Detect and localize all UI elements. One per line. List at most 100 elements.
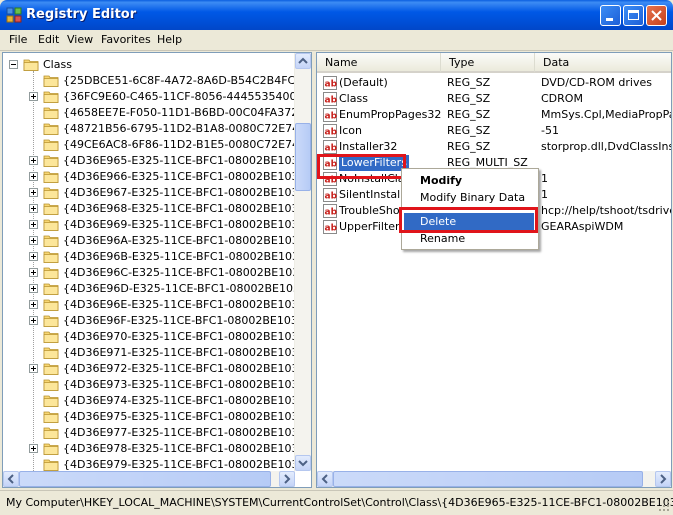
tree-item[interactable]: {4D36E96E-E325-11CE-BFC1-08002BE10318} [3, 297, 311, 313]
column-header-data[interactable]: Data [535, 53, 671, 73]
tree-item-label: {4D36E96C-E325-11CE-BFC1-08002BE10318} [63, 266, 312, 279]
folder-icon [43, 299, 59, 311]
value-row[interactable]: ab EnumPropPages32 REG_SZ MmSys.Cpl,MediaPr… [317, 107, 671, 123]
tree-item[interactable]: {4D36E96B-E325-11CE-BFC1-08002BE10318} [3, 249, 311, 265]
expand-toggle[interactable] [29, 252, 38, 261]
tree-item[interactable]: {4D36E96D-E325-11CE-BFC1-08002BE10318} [3, 281, 311, 297]
list-horizontal-scrollbar[interactable] [317, 471, 671, 487]
tree-item[interactable]: {4D36E974-E325-11CE-BFC1-08002BE10318} [3, 393, 311, 409]
scroll-left-button[interactable] [3, 471, 19, 487]
tree-item-label: {4D36E968-E325-11CE-BFC1-08002BE10318} [63, 202, 312, 215]
tree-item[interactable]: {4D36E972-E325-11CE-BFC1-08002BE10318} [3, 361, 311, 377]
folder-icon [43, 283, 59, 295]
close-button[interactable] [646, 5, 667, 26]
selected-value-highlight-box [317, 154, 406, 179]
tree-item[interactable]: {4D36E968-E325-11CE-BFC1-08002BE10318} [3, 201, 311, 217]
folder-icon [43, 123, 59, 135]
tree-item-label: {4D36E96F-E325-11CE-BFC1-08002BE10318} [63, 314, 312, 327]
context-menu-modify-binary-data[interactable]: Modify Binary Data [404, 189, 534, 206]
tree-item-label: {4D36E96B-E325-11CE-BFC1-08002BE10318} [63, 250, 312, 263]
tree-item[interactable]: {36FC9E60-C465-11CF-8056-444553540000} [3, 89, 311, 105]
tree-vertical-scrollbar[interactable] [294, 53, 311, 471]
tree-item[interactable]: {4D36E978-E325-11CE-BFC1-08002BE10318} [3, 441, 311, 457]
svg-text:ab: ab [325, 144, 338, 154]
list-scroll-left-button[interactable] [317, 471, 333, 487]
list-hscroll-thumb[interactable] [333, 471, 643, 487]
value-type: REG_SZ [447, 76, 491, 89]
tree-item[interactable]: {4D36E971-E325-11CE-BFC1-08002BE10318} [3, 345, 311, 361]
tree-scroll-thumb[interactable] [295, 123, 311, 191]
tree-item[interactable]: {4D36E967-E325-11CE-BFC1-08002BE10318} [3, 185, 311, 201]
string-value-icon: ab [323, 140, 337, 154]
arrow-left-icon [7, 474, 14, 484]
value-row[interactable]: ab (Default) REG_SZ DVD/CD-ROM drives [317, 75, 671, 91]
value-row[interactable]: ab Icon REG_SZ -51 [317, 123, 671, 139]
tree-item[interactable]: {4D36E96C-E325-11CE-BFC1-08002BE10318} [3, 265, 311, 281]
menu-edit[interactable]: Edit [38, 33, 59, 46]
menu-view[interactable]: View [67, 33, 93, 46]
expand-toggle[interactable] [29, 268, 38, 277]
context-menu-modify[interactable]: Modify [404, 172, 534, 189]
menu-help[interactable]: Help [157, 33, 182, 46]
minimize-button[interactable] [600, 5, 621, 26]
tree-item[interactable]: {4D36E965-E325-11CE-BFC1-08002BE10318} [3, 153, 311, 169]
tree-item[interactable]: {4D36E977-E325-11CE-BFC1-08002BE10318} [3, 425, 311, 441]
value-type: REG_SZ [447, 124, 491, 137]
scroll-right-button[interactable] [279, 471, 295, 487]
tree-item[interactable]: {4D36E96A-E325-11CE-BFC1-08002BE10318} [3, 233, 311, 249]
folder-icon [43, 395, 59, 407]
value-data: storprop.dll,DvdClassInsta [541, 140, 672, 153]
expand-toggle[interactable] [29, 236, 38, 245]
scroll-down-button[interactable] [295, 455, 311, 471]
column-header-name[interactable]: Name [317, 53, 441, 73]
expand-toggle[interactable] [29, 220, 38, 229]
svg-text:ab: ab [325, 112, 338, 122]
tree-item[interactable]: {4D36E969-E325-11CE-BFC1-08002BE10318} [3, 217, 311, 233]
svg-text:ab: ab [325, 224, 338, 234]
tree-item[interactable]: {4D36E966-E325-11CE-BFC1-08002BE10318} [3, 169, 311, 185]
expand-toggle[interactable] [29, 316, 38, 325]
value-row[interactable]: ab Installer32 REG_SZ storprop.dll,DvdClass… [317, 139, 672, 155]
folder-icon [43, 107, 59, 119]
scroll-up-button[interactable] [295, 53, 311, 69]
collapse-toggle[interactable] [9, 60, 18, 69]
title-bar[interactable]: Registry Editor [0, 0, 673, 30]
expand-toggle[interactable] [29, 92, 38, 101]
tree-item[interactable]: {49CE6AC8-6F86-11D2-B1E5-0080C72E74A2} [3, 137, 311, 153]
list-scroll-right-button[interactable] [655, 471, 671, 487]
resize-grip-icon[interactable] [658, 500, 670, 512]
values-list-pane[interactable]: Name Type Data ab (Default) REG_SZ DVD/CD-R… [316, 52, 672, 488]
key-tree-pane[interactable]: Class {25DBCE51-6C8F-4A72-8A6D-B54C2B4FC8… [2, 52, 312, 488]
expand-toggle[interactable] [29, 444, 38, 453]
value-data: -51 [541, 124, 559, 137]
tree-item[interactable]: {25DBCE51-6C8F-4A72-8A6D-B54C2B4FC835} [3, 73, 311, 89]
tree-item[interactable]: {4658EE7E-F050-11D1-B6BD-00C04FA372A7} [3, 105, 311, 121]
column-header-type[interactable]: Type [441, 53, 535, 73]
value-row[interactable]: ab Class REG_SZ CDROM [317, 91, 671, 107]
tree-item[interactable]: {4D36E96F-E325-11CE-BFC1-08002BE10318} [3, 313, 311, 329]
tree-item-label: {48721B56-6795-11D2-B1A8-0080C72E74A2} [63, 122, 312, 135]
expand-toggle[interactable] [29, 188, 38, 197]
tree-item-label: {4D36E977-E325-11CE-BFC1-08002BE10318} [63, 426, 312, 439]
folder-icon [43, 443, 59, 455]
maximize-button[interactable] [623, 5, 644, 26]
svg-text:ab: ab [325, 208, 338, 218]
expand-toggle[interactable] [29, 156, 38, 165]
tree-item-label: {4D36E967-E325-11CE-BFC1-08002BE10318} [63, 186, 312, 199]
expand-toggle[interactable] [29, 300, 38, 309]
expand-toggle[interactable] [29, 172, 38, 181]
expand-toggle[interactable] [29, 204, 38, 213]
tree-item[interactable]: {4D36E973-E325-11CE-BFC1-08002BE10318} [3, 377, 311, 393]
tree-item-class[interactable]: Class [3, 57, 295, 73]
tree-horizontal-scrollbar[interactable] [3, 471, 295, 487]
tree-item[interactable]: {4D36E970-E325-11CE-BFC1-08002BE10318} [3, 329, 311, 345]
tree-item[interactable]: {4D36E975-E325-11CE-BFC1-08002BE10318} [3, 409, 311, 425]
tree-hscroll-thumb[interactable] [19, 471, 271, 487]
value-type: REG_SZ [447, 92, 491, 105]
menu-file[interactable]: File [9, 33, 27, 46]
expand-toggle[interactable] [29, 284, 38, 293]
folder-icon [43, 75, 59, 87]
menu-favorites[interactable]: Favorites [101, 33, 151, 46]
expand-toggle[interactable] [29, 364, 38, 373]
tree-item[interactable]: {48721B56-6795-11D2-B1A8-0080C72E74A2} [3, 121, 311, 137]
